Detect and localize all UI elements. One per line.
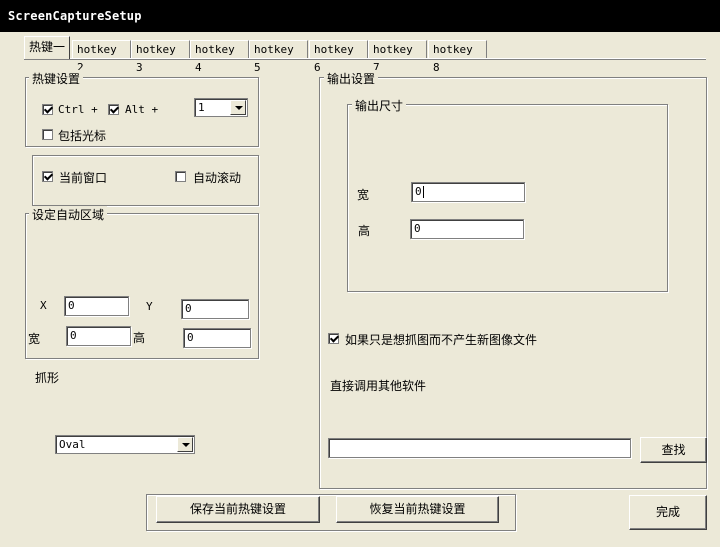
tab-label: hotkey 3	[136, 43, 176, 74]
output-width-value: 0	[415, 185, 422, 198]
text-caret	[422, 186, 424, 198]
tab-label: hotkey 4	[195, 43, 235, 74]
chevron-down-icon[interactable]	[230, 100, 246, 115]
shape-select[interactable]: Oval	[55, 435, 195, 454]
window-title: ScreenCaptureSetup	[8, 9, 142, 23]
grab-only-checkbox[interactable]	[328, 333, 339, 344]
grab-only-label: 如果只是想抓图而不产生新图像文件	[345, 333, 538, 347]
tab-hotkey-7[interactable]: hotkey 7	[368, 40, 427, 74]
hotkey-settings-label: 热键设置	[29, 70, 84, 87]
output-width-label: 宽	[357, 188, 370, 202]
auto-region-label: 设定自动区域	[29, 206, 108, 223]
shape-value: Oval	[59, 438, 86, 451]
region-height-label: 高	[133, 331, 146, 345]
tab-hotkey-6[interactable]: hotkey 6	[309, 40, 368, 74]
tab-hotkey-8[interactable]: hotkey 8	[428, 40, 487, 74]
title-bar: ScreenCaptureSetup	[0, 0, 720, 32]
browse-button[interactable]: 查找	[640, 437, 707, 463]
region-width-input[interactable]: 0	[66, 326, 131, 346]
tab-hotkey-1[interactable]: 热键一	[24, 36, 70, 59]
hotkey-key-select[interactable]: 1	[194, 98, 248, 117]
output-size-label: 输出尺寸	[352, 97, 407, 114]
chevron-down-icon[interactable]	[177, 437, 193, 452]
tab-hotkey-5[interactable]: hotkey 5	[249, 40, 308, 74]
auto-scroll-label: 自动滚动	[193, 171, 242, 185]
tab-label: hotkey 8	[433, 43, 473, 74]
tab-label: hotkey 5	[254, 43, 294, 74]
x-label: X	[40, 299, 47, 312]
tab-strip-shadow	[24, 59, 706, 60]
y-label: Y	[146, 300, 153, 313]
y-input[interactable]: 0	[181, 299, 249, 319]
save-hotkey-button[interactable]: 保存当前热键设置	[156, 496, 320, 523]
output-width-input[interactable]: 0	[411, 182, 525, 202]
output-height-label: 高	[358, 224, 371, 238]
call-other-software-label: 直接调用其他软件	[330, 379, 427, 393]
hotkey-key-value: 1	[198, 101, 205, 114]
tab-label: hotkey 7	[373, 43, 413, 74]
done-button[interactable]: 完成	[629, 495, 707, 530]
include-cursor-checkbox[interactable]	[42, 129, 53, 140]
region-width-label: 宽	[28, 332, 41, 346]
auto-scroll-checkbox[interactable]	[175, 171, 186, 182]
alt-checkbox[interactable]	[108, 104, 119, 115]
current-window-label: 当前窗口	[59, 171, 108, 185]
restore-hotkey-button[interactable]: 恢复当前热键设置	[336, 496, 499, 523]
shape-label: 抓形	[35, 371, 60, 385]
ctrl-checkbox[interactable]	[42, 104, 53, 115]
tab-label: 热键一	[29, 40, 66, 54]
ctrl-label: Ctrl +	[58, 103, 98, 116]
alt-label: Alt +	[125, 103, 159, 116]
include-cursor-label: 包括光标	[58, 129, 107, 143]
tab-hotkey-3[interactable]: hotkey 3	[131, 40, 190, 74]
current-window-checkbox[interactable]	[42, 171, 53, 182]
tab-hotkey-2[interactable]: hotkey 2	[72, 40, 131, 74]
tab-hotkey-4[interactable]: hotkey 4	[190, 40, 249, 74]
output-height-input[interactable]: 0	[410, 219, 524, 239]
software-path-input[interactable]	[328, 438, 631, 458]
x-input[interactable]: 0	[64, 296, 129, 316]
output-settings-label: 输出设置	[324, 70, 379, 87]
region-height-input[interactable]: 0	[183, 328, 251, 348]
